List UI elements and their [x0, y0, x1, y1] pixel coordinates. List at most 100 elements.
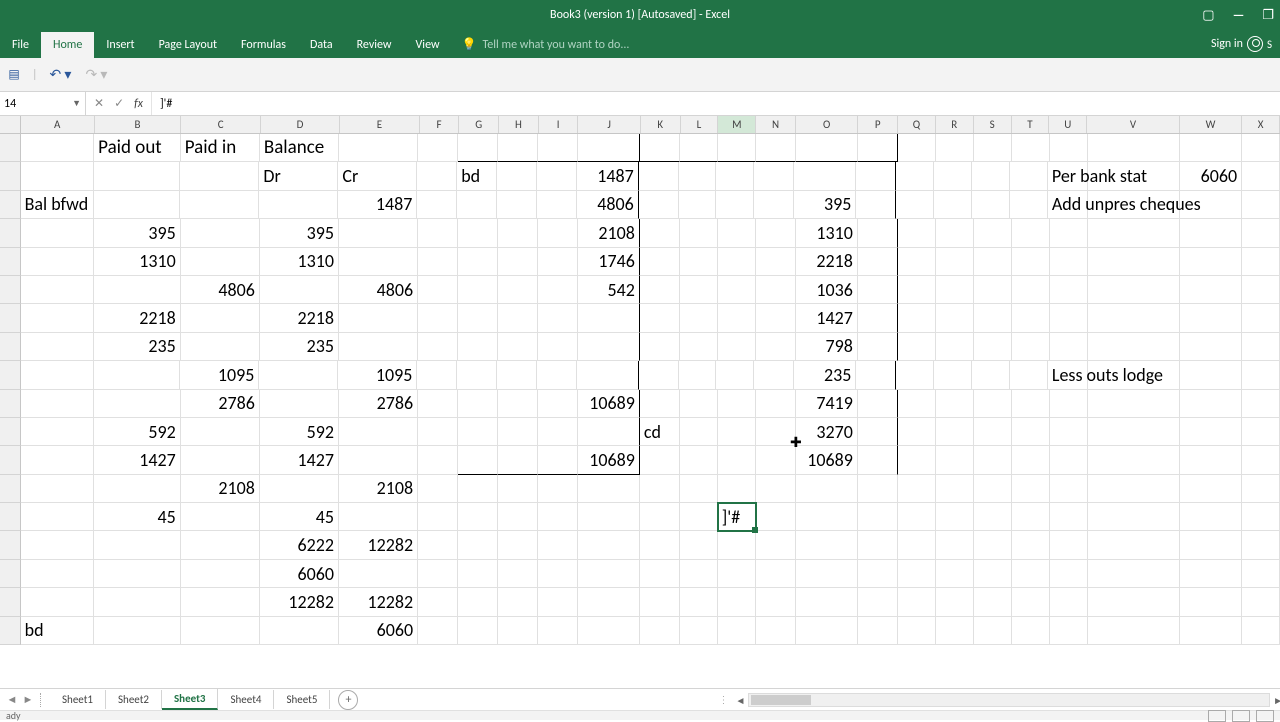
cell[interactable] [458, 219, 498, 247]
cell[interactable] [1180, 134, 1242, 162]
cell[interactable] [858, 304, 898, 332]
cell[interactable] [94, 276, 181, 304]
cell[interactable] [538, 617, 578, 645]
cell[interactable] [718, 219, 756, 247]
cell[interactable]: 12282 [339, 588, 418, 616]
cell[interactable] [458, 276, 498, 304]
tell-me-search[interactable]: 💡 Tell me what you want to do... [462, 37, 630, 58]
cell[interactable] [858, 219, 898, 247]
cell[interactable] [898, 588, 936, 616]
tab-formulas[interactable]: Formulas [229, 32, 298, 58]
cell[interactable] [858, 333, 898, 361]
cell[interactable]: 45 [260, 503, 339, 531]
cell[interactable] [756, 475, 796, 503]
cell[interactable] [577, 361, 639, 389]
cell[interactable] [1088, 134, 1180, 162]
cell[interactable] [936, 475, 974, 503]
cell[interactable] [458, 134, 498, 162]
cell[interactable] [680, 219, 718, 247]
cell[interactable] [498, 248, 538, 276]
cell[interactable]: ]'# [718, 503, 756, 531]
cell[interactable] [538, 276, 578, 304]
sheet-tab[interactable]: Sheet1 [50, 690, 106, 709]
cell[interactable]: bd [21, 617, 95, 645]
cell[interactable] [21, 304, 95, 332]
cell[interactable] [974, 475, 1012, 503]
cell[interactable] [1012, 418, 1050, 446]
cell[interactable] [1180, 503, 1242, 531]
cell[interactable] [936, 134, 974, 162]
cell[interactable] [640, 304, 680, 332]
cell[interactable] [754, 361, 794, 389]
cell[interactable]: 542 [578, 276, 640, 304]
cell[interactable] [972, 191, 1010, 219]
cell[interactable] [796, 617, 858, 645]
cell[interactable] [21, 446, 95, 474]
cell[interactable] [1012, 304, 1050, 332]
cell[interactable] [974, 617, 1012, 645]
cell[interactable] [578, 475, 640, 503]
cell[interactable] [718, 446, 756, 474]
cell[interactable] [856, 162, 896, 190]
cell[interactable] [898, 390, 936, 418]
cell[interactable]: Bal bfwd [21, 191, 94, 219]
cell[interactable] [936, 503, 974, 531]
cell[interactable] [498, 418, 538, 446]
cell[interactable] [1012, 333, 1050, 361]
col-header[interactable]: U [1049, 116, 1087, 133]
cell[interactable] [21, 503, 95, 531]
cell[interactable]: Balance [260, 134, 339, 162]
cell[interactable] [1088, 503, 1180, 531]
cell[interactable] [858, 248, 898, 276]
cell[interactable] [418, 276, 458, 304]
cell[interactable]: 6060 [1180, 162, 1242, 190]
cell[interactable] [457, 191, 497, 219]
cell[interactable] [181, 333, 260, 361]
cell[interactable] [21, 162, 94, 190]
cell[interactable] [458, 333, 498, 361]
cell[interactable] [181, 248, 260, 276]
cell[interactable] [259, 361, 338, 389]
cell[interactable] [936, 276, 974, 304]
cell[interactable] [718, 276, 756, 304]
cell[interactable]: 1095 [180, 361, 259, 389]
cell[interactable] [21, 475, 95, 503]
cell[interactable]: 10689 [796, 446, 858, 474]
cell[interactable] [578, 503, 640, 531]
cell[interactable] [896, 191, 934, 219]
cell[interactable]: 12282 [260, 588, 339, 616]
cell[interactable] [538, 560, 578, 588]
col-header[interactable]: G [459, 116, 499, 133]
cell[interactable] [458, 617, 498, 645]
cell[interactable] [458, 503, 498, 531]
chevron-down-icon[interactable]: ▼ [72, 98, 81, 109]
cell[interactable]: Paid out [94, 134, 181, 162]
cell[interactable] [418, 219, 458, 247]
tab-data[interactable]: Data [298, 32, 345, 58]
cell[interactable]: 1427 [94, 446, 181, 474]
cell[interactable] [640, 560, 680, 588]
cell[interactable]: 1310 [796, 219, 858, 247]
cell[interactable] [339, 333, 418, 361]
cell[interactable] [1050, 418, 1088, 446]
cell[interactable] [640, 134, 680, 162]
cell[interactable] [640, 503, 680, 531]
cell[interactable] [936, 560, 974, 588]
cell[interactable] [498, 304, 538, 332]
cell[interactable]: Dr [259, 162, 338, 190]
horizontal-scrollbar[interactable]: ◄ ► [748, 693, 1270, 707]
cell[interactable]: 592 [94, 418, 181, 446]
cell[interactable] [538, 248, 578, 276]
col-header[interactable]: W [1180, 116, 1242, 133]
cell[interactable] [718, 134, 756, 162]
cell[interactable] [974, 418, 1012, 446]
cell[interactable] [680, 390, 718, 418]
cell[interactable] [538, 219, 578, 247]
cell[interactable] [1088, 560, 1180, 588]
cell[interactable] [1088, 531, 1180, 559]
cell[interactable] [260, 276, 339, 304]
cell[interactable]: 10689 [578, 446, 640, 474]
cell[interactable] [1012, 617, 1050, 645]
cell[interactable]: 4806 [577, 191, 639, 219]
cell[interactable] [680, 418, 718, 446]
